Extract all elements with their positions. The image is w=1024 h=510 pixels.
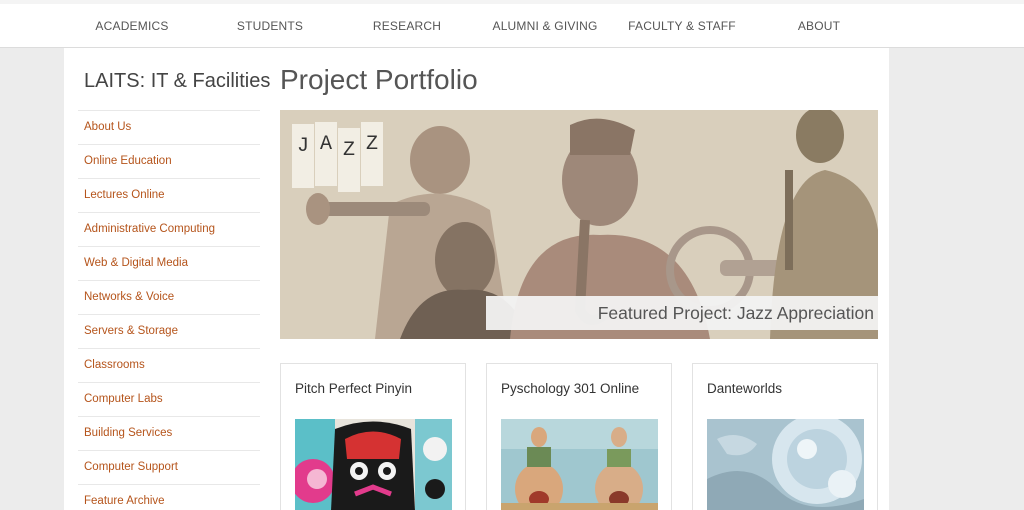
nav-academics[interactable]: ACADEMICS	[95, 19, 168, 33]
featured-project-banner[interactable]: J A Z Z Featured Project: Jazz Appreciat…	[280, 110, 878, 339]
sidebar-item-networks-voice[interactable]: Networks & Voice	[78, 280, 260, 314]
project-card-pitch-perfect-pinyin[interactable]: Pitch Perfect Pinyin	[280, 363, 466, 510]
jazz-logo-letter: Z	[338, 128, 360, 192]
sidebar-item-lectures-online[interactable]: Lectures Online	[78, 178, 260, 212]
project-card-psychology-301[interactable]: Pyschology 301 Online	[486, 363, 672, 510]
sidebar-item-computer-support[interactable]: Computer Support	[78, 450, 260, 484]
featured-caption[interactable]: Featured Project: Jazz Appreciation	[486, 296, 878, 330]
sidebar-nav: About Us Online Education Lectures Onlin…	[78, 110, 260, 510]
nav-students[interactable]: STUDENTS	[237, 19, 303, 33]
card-title[interactable]: Danteworlds	[707, 381, 782, 396]
header-strip	[0, 0, 1024, 4]
card-image[interactable]	[501, 419, 658, 510]
sidebar-item-feature-archive[interactable]: Feature Archive	[78, 484, 260, 510]
card-title[interactable]: Pyschology 301 Online	[501, 381, 639, 396]
jazz-logo: J A Z Z	[292, 122, 384, 192]
jazz-logo-letter: A	[315, 122, 337, 186]
sidebar-item-classrooms[interactable]: Classrooms	[78, 348, 260, 382]
jazz-logo-letter: Z	[361, 122, 383, 186]
card-title[interactable]: Pitch Perfect Pinyin	[295, 381, 412, 396]
sidebar-item-computer-labs[interactable]: Computer Labs	[78, 382, 260, 416]
sidebar-title[interactable]: LAITS: IT & Facilities	[84, 70, 270, 93]
project-card-danteworlds[interactable]: Danteworlds	[692, 363, 878, 510]
card-image[interactable]	[295, 419, 452, 510]
jazz-logo-letter: J	[292, 124, 314, 188]
sidebar-item-online-education[interactable]: Online Education	[78, 144, 260, 178]
sidebar-item-administrative-computing[interactable]: Administrative Computing	[78, 212, 260, 246]
nav-alumni-giving[interactable]: ALUMNI & GIVING	[492, 19, 597, 33]
sidebar-item-web-digital-media[interactable]: Web & Digital Media	[78, 246, 260, 280]
sidebar-item-about-us[interactable]: About Us	[78, 110, 260, 144]
top-navigation: ACADEMICS STUDENTS RESEARCH ALUMNI & GIV…	[0, 0, 1024, 48]
nav-faculty-staff[interactable]: FACULTY & STAFF	[628, 19, 736, 33]
card-image[interactable]	[707, 419, 864, 510]
sidebar-item-servers-storage[interactable]: Servers & Storage	[78, 314, 260, 348]
sidebar-item-building-services[interactable]: Building Services	[78, 416, 260, 450]
page-title: Project Portfolio	[280, 64, 478, 95]
nav-about[interactable]: ABOUT	[798, 19, 840, 33]
nav-research[interactable]: RESEARCH	[373, 19, 441, 33]
